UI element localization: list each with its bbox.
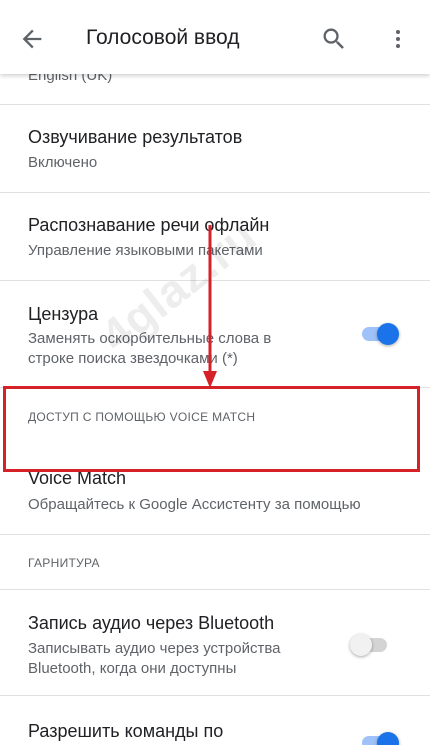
- speak-results-title: Озвучивание результатов: [28, 127, 243, 147]
- bluetooth-audio-row[interactable]: Запись аудио через Bluetooth Записывать …: [0, 590, 430, 695]
- offline-recognition-subtitle: Управление языковыми пакетами: [28, 242, 263, 259]
- bluetooth-audio-subtitle-line2: Bluetooth, когда они доступны: [28, 660, 237, 677]
- annotation-highlight-box: [3, 386, 420, 472]
- allow-commands-row[interactable]: Разрешить команды по: [0, 696, 430, 745]
- speak-results-row[interactable]: Озвучивание результатов Включено: [0, 105, 430, 193]
- censor-subtitle-line1: Заменять оскорбительные слова в: [28, 330, 272, 347]
- bluetooth-audio-toggle[interactable]: [350, 632, 390, 656]
- offline-recognition-title: Распознавание речи офлайн: [28, 215, 270, 235]
- page-title: Голосовой ввод: [86, 26, 240, 49]
- allow-commands-toggle[interactable]: [359, 730, 399, 745]
- search-icon[interactable]: [320, 25, 348, 53]
- censor-toggle[interactable]: [359, 321, 399, 345]
- censor-title: Цензура: [28, 304, 99, 324]
- arrow-back-icon[interactable]: [18, 25, 46, 53]
- toggle-knob: [350, 634, 372, 656]
- bluetooth-audio-title: Запись аудио через Bluetooth: [28, 613, 275, 633]
- bluetooth-audio-subtitle-line1: Записывать аудио через устройства: [28, 640, 281, 657]
- more-vert-icon[interactable]: [386, 25, 410, 53]
- app-bar: Голосовой ввод: [0, 0, 430, 74]
- speak-results-subtitle: Включено: [28, 154, 98, 171]
- headset-section-header: ГАРНИТУРА: [28, 556, 100, 570]
- voice-match-subtitle: Обращайтесь к Google Ассистенту за помощ…: [28, 496, 361, 513]
- toggle-knob: [377, 323, 399, 345]
- toggle-knob: [377, 732, 399, 745]
- divider: [0, 534, 430, 535]
- allow-commands-title: Разрешить команды по: [28, 721, 224, 741]
- annotation-arrow: [203, 225, 217, 388]
